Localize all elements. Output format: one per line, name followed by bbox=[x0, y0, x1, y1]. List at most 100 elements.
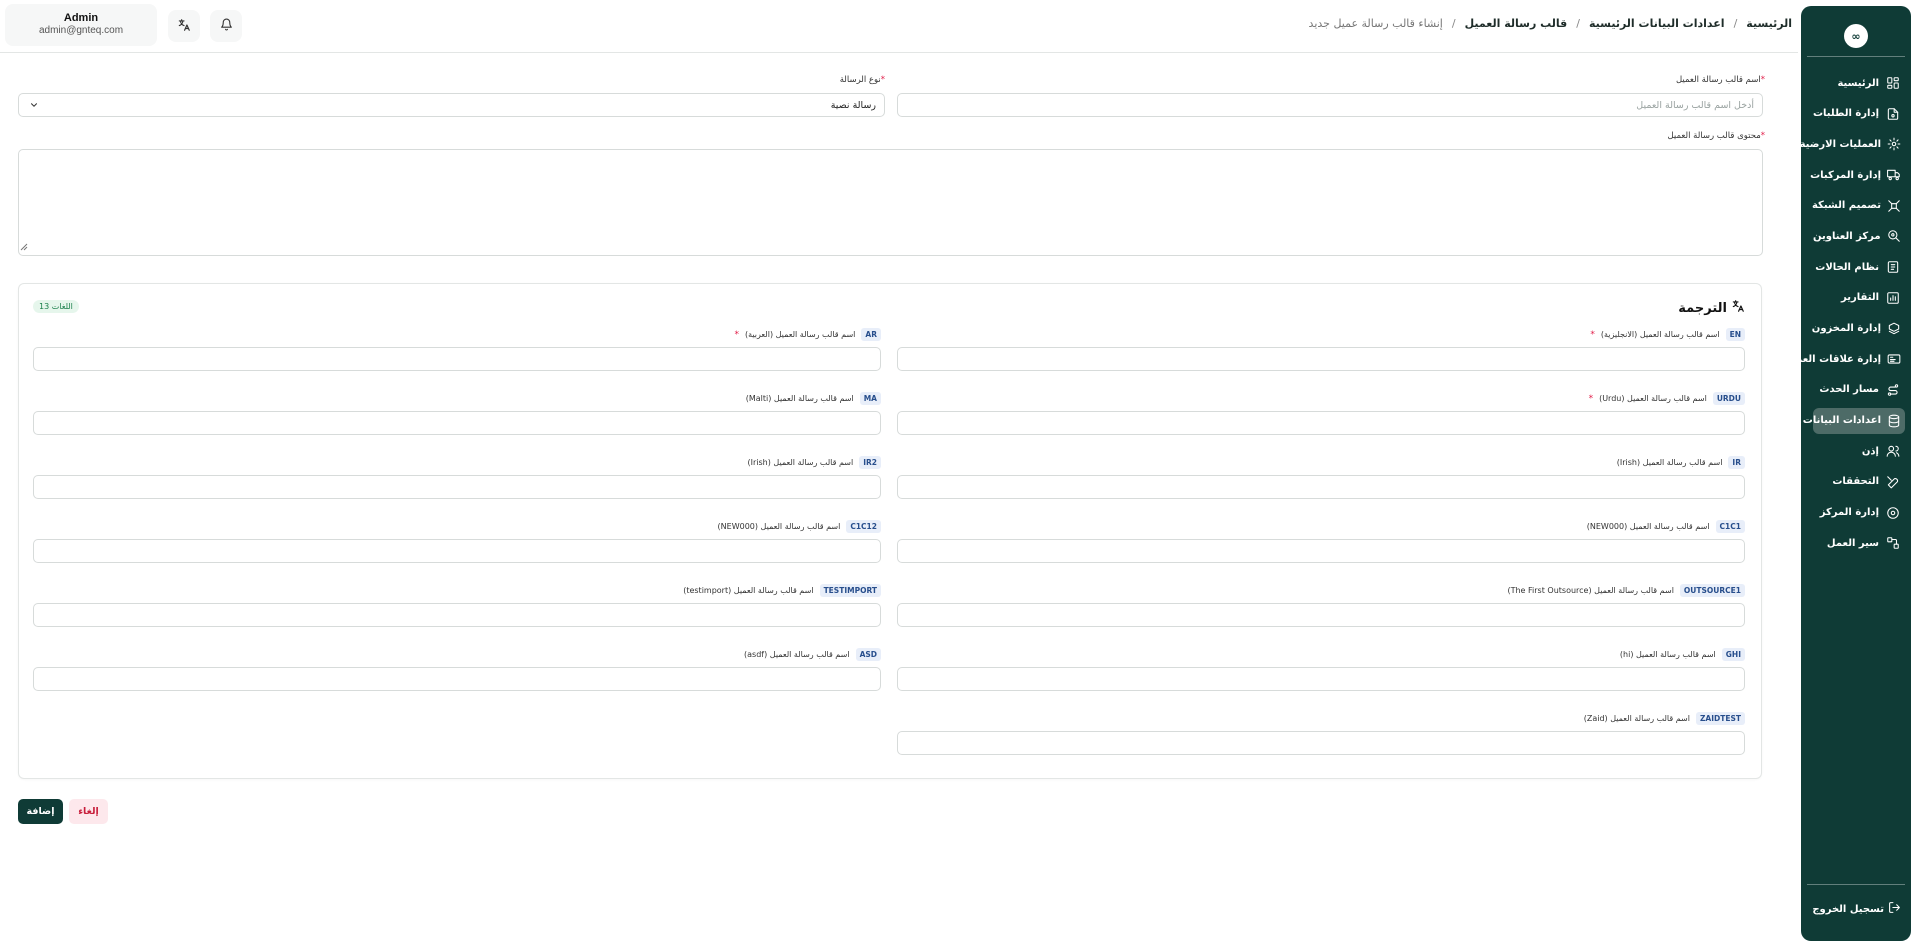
workflow-icon bbox=[1885, 535, 1901, 551]
sidebar-item[interactable]: العمليات الارضية bbox=[1800, 131, 1905, 157]
translation-input-en[interactable] bbox=[897, 347, 1745, 371]
translation-input-c1c12[interactable] bbox=[33, 539, 881, 563]
dashboard-icon bbox=[1885, 75, 1901, 91]
translation-input-c1c1[interactable] bbox=[897, 539, 1745, 563]
breadcrumb-separator: / bbox=[1576, 17, 1580, 30]
sidebar-item-label: التقارير bbox=[1841, 292, 1879, 304]
lang-code-badge: C1C1 bbox=[1715, 520, 1745, 533]
lang-code-badge: TESTIMPORT bbox=[819, 584, 881, 597]
breadcrumb-item[interactable]: الرئيسية bbox=[1746, 17, 1792, 30]
lang-code-badge: EN bbox=[1725, 328, 1745, 341]
sidebar-item-label: إدارة الطلبات bbox=[1813, 108, 1880, 120]
add-button[interactable]: إضافة bbox=[18, 799, 63, 824]
translation-row-zaidtest: ZAIDTEST اسم قالب رسالة العميل (Zaid) bbox=[897, 712, 1745, 764]
sidebar-item[interactable]: إدارة المخزون bbox=[1812, 316, 1905, 342]
logout-icon bbox=[1888, 901, 1901, 917]
translate-icon bbox=[1731, 299, 1745, 317]
sidebar-item-label: مركز العناوين bbox=[1813, 230, 1881, 242]
cancel-button[interactable]: إلغاء bbox=[69, 799, 108, 824]
sidebar-item[interactable]: التقارير bbox=[1813, 285, 1905, 311]
center-icon bbox=[1885, 505, 1901, 521]
breadcrumb-item[interactable]: اعدادات البيانات الرئيسية bbox=[1589, 17, 1725, 30]
translation-input-ir2[interactable] bbox=[33, 475, 881, 499]
sidebar-item-label: نظام الحالات bbox=[1815, 261, 1879, 273]
network-icon bbox=[1887, 198, 1901, 214]
address-icon bbox=[1887, 228, 1901, 244]
translation-input-ir[interactable] bbox=[897, 475, 1745, 499]
sidebar-item[interactable]: تصميم الشبكة bbox=[1812, 193, 1905, 219]
translation-title: الترجمة bbox=[1678, 299, 1745, 317]
translation-label: اسم قالب رسالة العميل (الانجليزية) bbox=[1600, 330, 1720, 339]
required-marker: * bbox=[734, 329, 739, 340]
logout-button[interactable]: تسجيل الخروج bbox=[1812, 901, 1901, 917]
top-header: Admin admin@gnteq.com الرئيسية / اعدادات… bbox=[0, 0, 1798, 53]
sidebar-item[interactable]: مركز العناوين bbox=[1813, 223, 1905, 249]
sidebar-item-label: مسار الحدث bbox=[1819, 384, 1879, 396]
lang-code-badge: GHI bbox=[1721, 648, 1745, 661]
translation-input-ma[interactable] bbox=[33, 411, 881, 435]
sidebar-item[interactable]: نظام الحالات bbox=[1813, 254, 1905, 280]
breadcrumb-current: إنشاء قالب رسالة عميل جديد bbox=[1308, 17, 1443, 30]
sidebar-item[interactable]: مسار الحدث bbox=[1813, 377, 1905, 403]
reports-icon bbox=[1885, 290, 1901, 306]
template-content-textarea[interactable] bbox=[18, 149, 1763, 256]
tools-icon bbox=[1885, 474, 1901, 490]
translation-input-testimport[interactable] bbox=[33, 603, 881, 627]
type-field-label: *نوع الرسالة bbox=[839, 75, 885, 85]
translation-row-asd: ASD اسم قالب رسالة العميل (asdf) bbox=[33, 648, 881, 700]
translation-row-testimport: TESTIMPORT اسم قالب رسالة العميل (testimp… bbox=[33, 584, 881, 636]
translation-input-ghi[interactable] bbox=[897, 667, 1745, 691]
sidebar-item[interactable]: إدارة الطلبات bbox=[1813, 101, 1905, 127]
sidebar-divider bbox=[1807, 56, 1905, 57]
sidebar-item[interactable]: إذن bbox=[1813, 438, 1905, 464]
database-icon bbox=[1887, 413, 1901, 429]
status-icon bbox=[1885, 259, 1901, 275]
logout-label: تسجيل الخروج bbox=[1812, 903, 1884, 915]
breadcrumb-item[interactable]: قالب رسالة العميل bbox=[1465, 17, 1568, 30]
lang-code-badge: MA bbox=[859, 392, 881, 405]
lang-code-badge: IR bbox=[1728, 456, 1745, 469]
sidebar-item[interactable]: التحققات bbox=[1813, 469, 1905, 495]
sidebar-item[interactable]: إدارة المركبات bbox=[1810, 162, 1905, 188]
sidebar-item[interactable]: إدارة المركز bbox=[1813, 500, 1905, 526]
breadcrumb-separator: / bbox=[1451, 17, 1456, 30]
translation-input-urdu[interactable] bbox=[897, 411, 1745, 435]
sidebar-item[interactable]: الرئيسية bbox=[1813, 70, 1905, 96]
sidebar-item[interactable]: إدارة علاقات العملاء bbox=[1783, 346, 1905, 372]
sidebar-item[interactable]: سير العمل bbox=[1813, 530, 1905, 556]
message-type-select[interactable]: رسالة نصية bbox=[18, 93, 885, 117]
languages-count-badge: 13 اللغات bbox=[33, 300, 79, 313]
translation-label: اسم قالب رسالة العميل (Irish) bbox=[747, 458, 854, 467]
translation-label: اسم قالب رسالة العميل (NEW000) bbox=[1586, 522, 1710, 531]
translation-row-c1c1: C1C1 اسم قالب رسالة العميل (NEW000) bbox=[897, 520, 1745, 572]
breadcrumb: الرئيسية / اعدادات البيانات الرئيسية / ق… bbox=[1309, 17, 1792, 30]
sidebar-item-label: إدارة علاقات العملاء bbox=[1783, 353, 1881, 365]
translation-input-ar[interactable] bbox=[33, 347, 881, 371]
translation-row-ar: AR اسم قالب رسالة العميل (العربية) * bbox=[33, 328, 881, 380]
template-name-input[interactable]: أدخل اسم قالب رسالة العميل bbox=[897, 93, 1763, 117]
resize-handle-icon[interactable] bbox=[20, 241, 28, 254]
translation-label: اسم قالب رسالة العميل (العربية) bbox=[744, 330, 856, 339]
app-logo[interactable]: ∞ bbox=[1844, 24, 1868, 48]
user-card[interactable]: Admin admin@gnteq.com bbox=[5, 4, 157, 46]
translation-row-ir: IR اسم قالب رسالة العميل (Irish) bbox=[897, 456, 1745, 508]
lang-code-badge: ZAIDTEST bbox=[1695, 712, 1745, 725]
sidebar-item-label: إذن bbox=[1861, 445, 1879, 457]
notifications-button[interactable] bbox=[210, 10, 242, 42]
lang-code-badge: IR2 bbox=[859, 456, 881, 469]
translation-label: اسم قالب رسالة العميل (Irish) bbox=[1616, 458, 1723, 467]
user-name: Admin bbox=[63, 12, 99, 24]
translation-row-outsource1: OUTSOURCE1 اسم قالب رسالة العميل (The Fir… bbox=[897, 584, 1745, 636]
user-email: admin@gnteq.com bbox=[38, 25, 124, 36]
translation-row-ma: MA اسم قالب رسالة العميل (Malti) bbox=[33, 392, 881, 444]
translation-input-outsource1[interactable] bbox=[897, 603, 1745, 627]
sidebar-item-label: إدارة المركز bbox=[1819, 507, 1879, 519]
sidebar-item-label: العمليات الارضية bbox=[1799, 138, 1881, 150]
sidebar-item[interactable]: اعدادات البيانات bbox=[1803, 407, 1905, 434]
inventory-icon bbox=[1887, 321, 1901, 337]
translation-input-asd[interactable] bbox=[33, 667, 881, 691]
lang-code-badge: OUTSOURCE1 bbox=[1679, 584, 1745, 597]
translation-input-zaidtest[interactable] bbox=[897, 731, 1745, 755]
translation-label: اسم قالب رسالة العميل (Urdu) bbox=[1599, 394, 1707, 403]
language-button[interactable] bbox=[168, 10, 200, 42]
